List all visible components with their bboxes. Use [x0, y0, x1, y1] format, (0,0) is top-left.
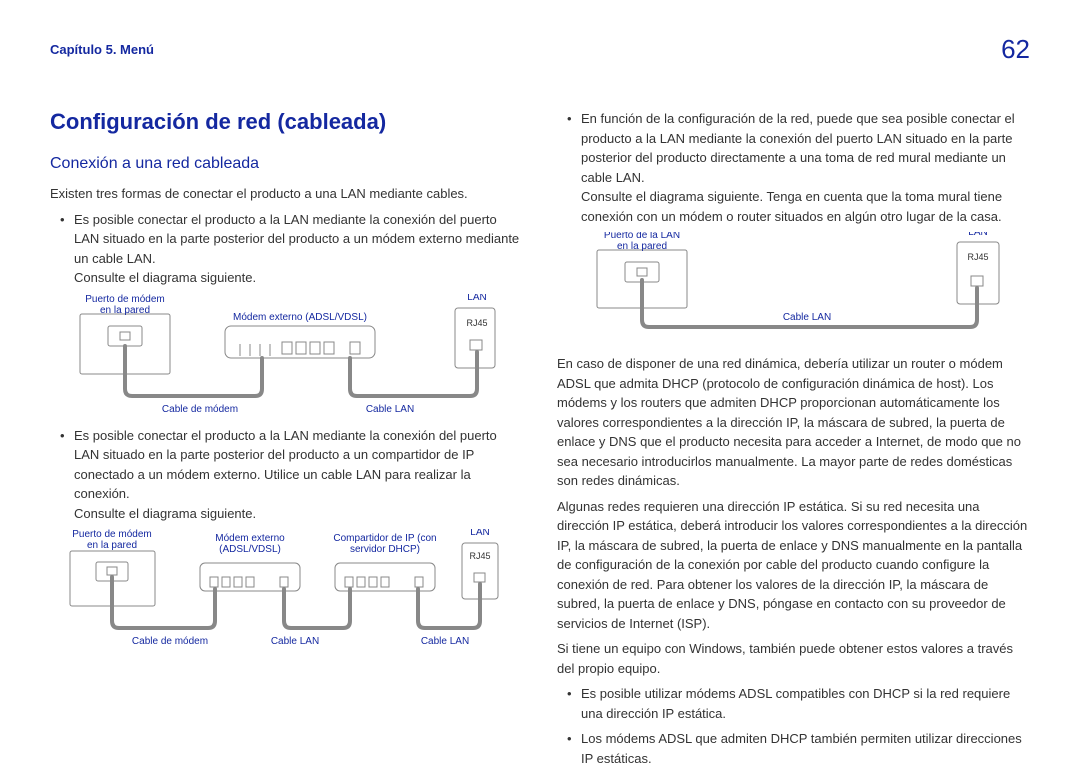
- paragraph: Algunas redes requieren una dirección IP…: [557, 497, 1030, 634]
- page-number: 62: [1001, 30, 1030, 69]
- right-column: En función de la configuración de la red…: [557, 105, 1030, 774]
- label: en la pared: [87, 540, 137, 551]
- label: en la pared: [617, 241, 667, 252]
- label: Compartidor de IP (con: [333, 533, 436, 544]
- label: Cable LAN: [366, 404, 414, 414]
- label: Puerto de módem: [72, 529, 152, 540]
- label: LAN: [467, 294, 486, 303]
- label: en la pared: [100, 305, 150, 316]
- label: LAN: [470, 529, 489, 538]
- bullet-text: Consulte el diagrama siguiente.: [74, 270, 256, 285]
- label: Cable LAN: [783, 312, 831, 323]
- label: RJ45: [466, 318, 487, 328]
- label: servidor DHCP): [350, 544, 420, 555]
- label: Cable de módem: [162, 404, 238, 414]
- bullet-text: En función de la configuración de la red…: [581, 111, 1015, 185]
- label: LAN: [968, 232, 987, 238]
- bullet-text: Consulte el diagrama siguiente. Tenga en…: [581, 189, 1002, 224]
- diagram-modem-direct: Puerto de módem en la pared Módem extern…: [50, 294, 523, 414]
- bullet-item: En función de la configuración de la red…: [571, 109, 1030, 226]
- bullet-item: Es posible utilizar módems ADSL compatib…: [571, 684, 1030, 723]
- label: Cable de módem: [132, 636, 208, 647]
- subsection-title: Conexión a una red cableada: [50, 152, 523, 176]
- diagram-wall-direct: Puerto de la LAN en la pared LAN RJ45 Ca…: [557, 232, 1030, 342]
- chapter-label: Capítulo 5. Menú: [50, 40, 154, 60]
- bullet-item: Es posible conectar el producto a la LAN…: [64, 426, 523, 524]
- bullet-text: Es posible utilizar módems ADSL compatib…: [581, 686, 1010, 721]
- label: RJ45: [469, 551, 490, 561]
- bullet-text: Es posible conectar el producto a la LAN…: [74, 428, 497, 502]
- label: Módem externo (ADSL/VDSL): [233, 312, 367, 323]
- bullet-text: Los módems ADSL que admiten DHCP también…: [581, 731, 1022, 766]
- label: Puerto de la LAN: [604, 232, 680, 241]
- bullet-text: Consulte el diagrama siguiente.: [74, 506, 256, 521]
- content-columns: Configuración de red (cableada) Conexión…: [50, 105, 1030, 774]
- label: RJ45: [967, 252, 988, 262]
- label: Módem externo: [215, 533, 285, 544]
- page-header: Capítulo 5. Menú 62: [50, 30, 1030, 69]
- bullet-item: Los módems ADSL que admiten DHCP también…: [571, 729, 1030, 768]
- section-title: Configuración de red (cableada): [50, 105, 523, 138]
- label: Cable LAN: [421, 636, 469, 647]
- intro-text: Existen tres formas de conectar el produ…: [50, 184, 523, 204]
- bullet-text: Es posible conectar el producto a la LAN…: [74, 212, 519, 266]
- left-column: Configuración de red (cableada) Conexión…: [50, 105, 523, 774]
- paragraph: Si tiene un equipo con Windows, también …: [557, 639, 1030, 678]
- diagram-modem-ipsharer: Puerto de módem en la pared Módem extern…: [50, 529, 523, 649]
- bullet-item: Es posible conectar el producto a la LAN…: [64, 210, 523, 288]
- label: Cable LAN: [271, 636, 319, 647]
- label: Puerto de módem: [85, 294, 165, 305]
- paragraph: En caso de disponer de una red dinámica,…: [557, 354, 1030, 491]
- label: (ADSL/VDSL): [219, 544, 281, 555]
